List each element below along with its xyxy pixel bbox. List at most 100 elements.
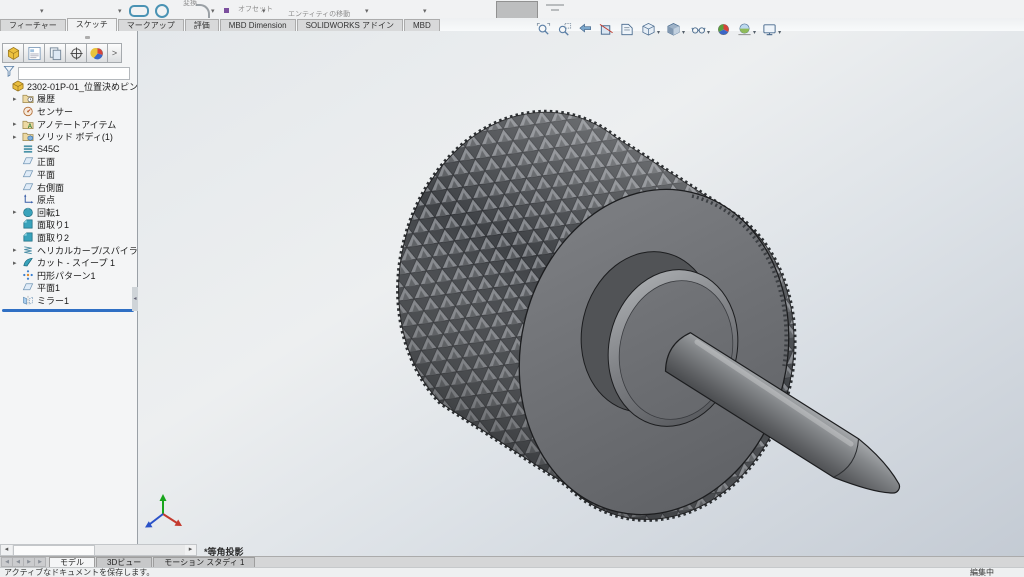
tree-item-9[interactable]: ▸回転1: [0, 206, 137, 219]
slot-tool-icon[interactable]: [129, 5, 149, 17]
dropdown-caret-icon[interactable]: ▾: [40, 8, 44, 16]
tree-item-label: 原点: [37, 193, 55, 206]
tree-item-14[interactable]: 円形パターン1: [0, 269, 137, 282]
origin-icon: [22, 193, 35, 206]
tree-item-7[interactable]: 右側面: [0, 181, 137, 194]
tree-item-10[interactable]: 面取り1: [0, 219, 137, 232]
tab-last-icon[interactable]: ▶: [34, 557, 46, 567]
tree-filter-input[interactable]: [18, 67, 130, 80]
tree-item-6[interactable]: 平面: [0, 168, 137, 181]
panel-tab-more-tabs[interactable]: >: [107, 43, 122, 63]
reference-triad: [145, 494, 182, 528]
section-view-button[interactable]: [599, 22, 614, 42]
hu-prev: [578, 22, 593, 42]
command-tab-1[interactable]: スケッチ: [67, 18, 117, 31]
dropdown-caret-icon[interactable]: ▾: [262, 8, 266, 16]
panel-collapse-arrow[interactable]: ◂: [132, 287, 138, 311]
part-icon: [12, 80, 25, 93]
dropdown-caret-icon[interactable]: ▾: [365, 8, 369, 16]
tree-item-label: 面取り2: [37, 231, 69, 244]
tree-item-label: 右側面: [37, 181, 64, 194]
panel-drag-handle[interactable]: [85, 36, 90, 39]
scrollbar-thumb[interactable]: [13, 545, 95, 556]
expand-arrow-icon[interactable]: ▸: [13, 133, 22, 141]
hu-tag: [620, 22, 635, 42]
tree-item-label: 履歴: [37, 93, 55, 106]
tree-item-5[interactable]: 正面: [0, 156, 137, 169]
heads-up-view-toolbar: ▾ ▾ ▾ ▾ ▾: [536, 22, 781, 42]
ribbon-label-convert: 変換: [183, 0, 197, 8]
graphics-area[interactable]: [138, 31, 1024, 556]
panel-tab-featuremanager-design-tree[interactable]: [2, 43, 24, 63]
expand-arrow-icon[interactable]: ▸: [13, 120, 22, 128]
view-orientation-button[interactable]: ▾: [641, 22, 660, 42]
scroll-left-arrow[interactable]: ◂: [1, 545, 12, 555]
tree-item-label: 平面: [37, 168, 55, 181]
command-tab-6[interactable]: MBD: [404, 19, 440, 31]
display-style-button[interactable]: ▾: [666, 22, 685, 42]
zoom-to-area-button[interactable]: [557, 22, 572, 42]
apply-scene-button[interactable]: ▾: [737, 22, 756, 42]
edit-appearance-button[interactable]: [716, 22, 731, 42]
command-tab-2[interactable]: マークアップ: [118, 19, 184, 31]
tree-item-3[interactable]: ▸ソリッド ボディ(1): [0, 130, 137, 143]
expand-arrow-icon[interactable]: ▸: [13, 246, 22, 254]
ribbon-text-fragment: [546, 4, 564, 6]
panel-tab-dimxpertmanager[interactable]: [65, 43, 87, 63]
dropdown-caret-icon[interactable]: ▾: [118, 8, 122, 16]
command-tab-5[interactable]: SOLIDWORKS アドイン: [297, 19, 403, 31]
circle-tool-icon[interactable]: [155, 4, 169, 18]
dropdown-caret-icon[interactable]: ▾: [423, 8, 427, 16]
tree-item-0[interactable]: ▸ 履歴: [0, 93, 137, 106]
expand-arrow-icon[interactable]: ▸: [13, 208, 22, 216]
helix-icon: [22, 244, 35, 257]
tree-item-root[interactable]: 2302-01P-01_位置決めピン (デフォルト<<): [0, 80, 137, 93]
tree-item-16[interactable]: ミラー1: [0, 294, 137, 307]
tree-item-1[interactable]: センサー: [0, 105, 137, 118]
history-icon: [22, 93, 35, 106]
dropdown-caret-icon[interactable]: ▾: [211, 8, 215, 16]
panel-tab-propertymanager[interactable]: [23, 43, 45, 63]
hu-appearance: [716, 22, 731, 42]
view-settings-button[interactable]: ▾: [762, 22, 781, 42]
hu-scene: [737, 22, 752, 42]
pressed-ribbon-button[interactable]: [496, 1, 538, 19]
rollback-bar[interactable]: [2, 309, 134, 312]
hu-viewcube: [641, 22, 656, 42]
expand-arrow-icon[interactable]: ▸: [13, 259, 22, 267]
circpattern-icon: [22, 269, 35, 282]
zoom-to-fit-button[interactable]: [536, 22, 551, 42]
tree-item-2[interactable]: ▸Aアノテートアイテム: [0, 118, 137, 131]
dropdown-caret-icon[interactable]: ▾: [778, 29, 781, 36]
tree-item-label: 円形パターン1: [37, 269, 96, 282]
scroll-right-arrow[interactable]: ▸: [185, 545, 196, 555]
hide-show-items-button[interactable]: ▾: [691, 22, 710, 42]
dropdown-caret-icon[interactable]: ▾: [682, 29, 685, 36]
dropdown-caret-icon[interactable]: ▾: [707, 29, 710, 36]
hu-hideshow: [691, 22, 706, 42]
tree-item-8[interactable]: 原点: [0, 193, 137, 206]
command-tab-4[interactable]: MBD Dimension: [220, 19, 296, 31]
tree-item-label: アノテートアイテム: [37, 118, 116, 131]
mirror-icon: [22, 294, 35, 307]
command-tab-0[interactable]: フィーチャー: [0, 19, 66, 31]
dropdown-caret-icon[interactable]: ▾: [657, 29, 660, 36]
tree-item-4[interactable]: S45C: [0, 143, 137, 156]
tree-item-13[interactable]: ▸カット - スイープ 1: [0, 256, 137, 269]
annotation-views-button[interactable]: [620, 22, 635, 42]
model-3d-knurled-pin[interactable]: [138, 31, 1024, 556]
fillet-tool-icon[interactable]: [196, 4, 210, 18]
panel-tab-configurationmanager[interactable]: [44, 43, 66, 63]
tree-item-12[interactable]: ▸ヘリカルカーブ/スパイラルカーブ 1: [0, 244, 137, 257]
previous-view-button[interactable]: [578, 22, 593, 42]
panel-tab-displaymanager[interactable]: [86, 43, 108, 63]
dropdown-caret-icon[interactable]: ▾: [753, 29, 756, 36]
point-tool-icon[interactable]: [224, 8, 229, 13]
tab-scroll-buttons[interactable]: ◀ ◀ ▶ ▶: [2, 557, 46, 567]
command-tab-3[interactable]: 評価: [185, 19, 219, 31]
tree-item-15[interactable]: 平面1: [0, 282, 137, 295]
expand-arrow-icon[interactable]: ▸: [13, 95, 22, 103]
scrollbar-track[interactable]: [12, 545, 185, 555]
tree-item-11[interactable]: 面取り2: [0, 231, 137, 244]
panel-horizontal-scrollbar[interactable]: ◂ ▸: [0, 544, 197, 556]
